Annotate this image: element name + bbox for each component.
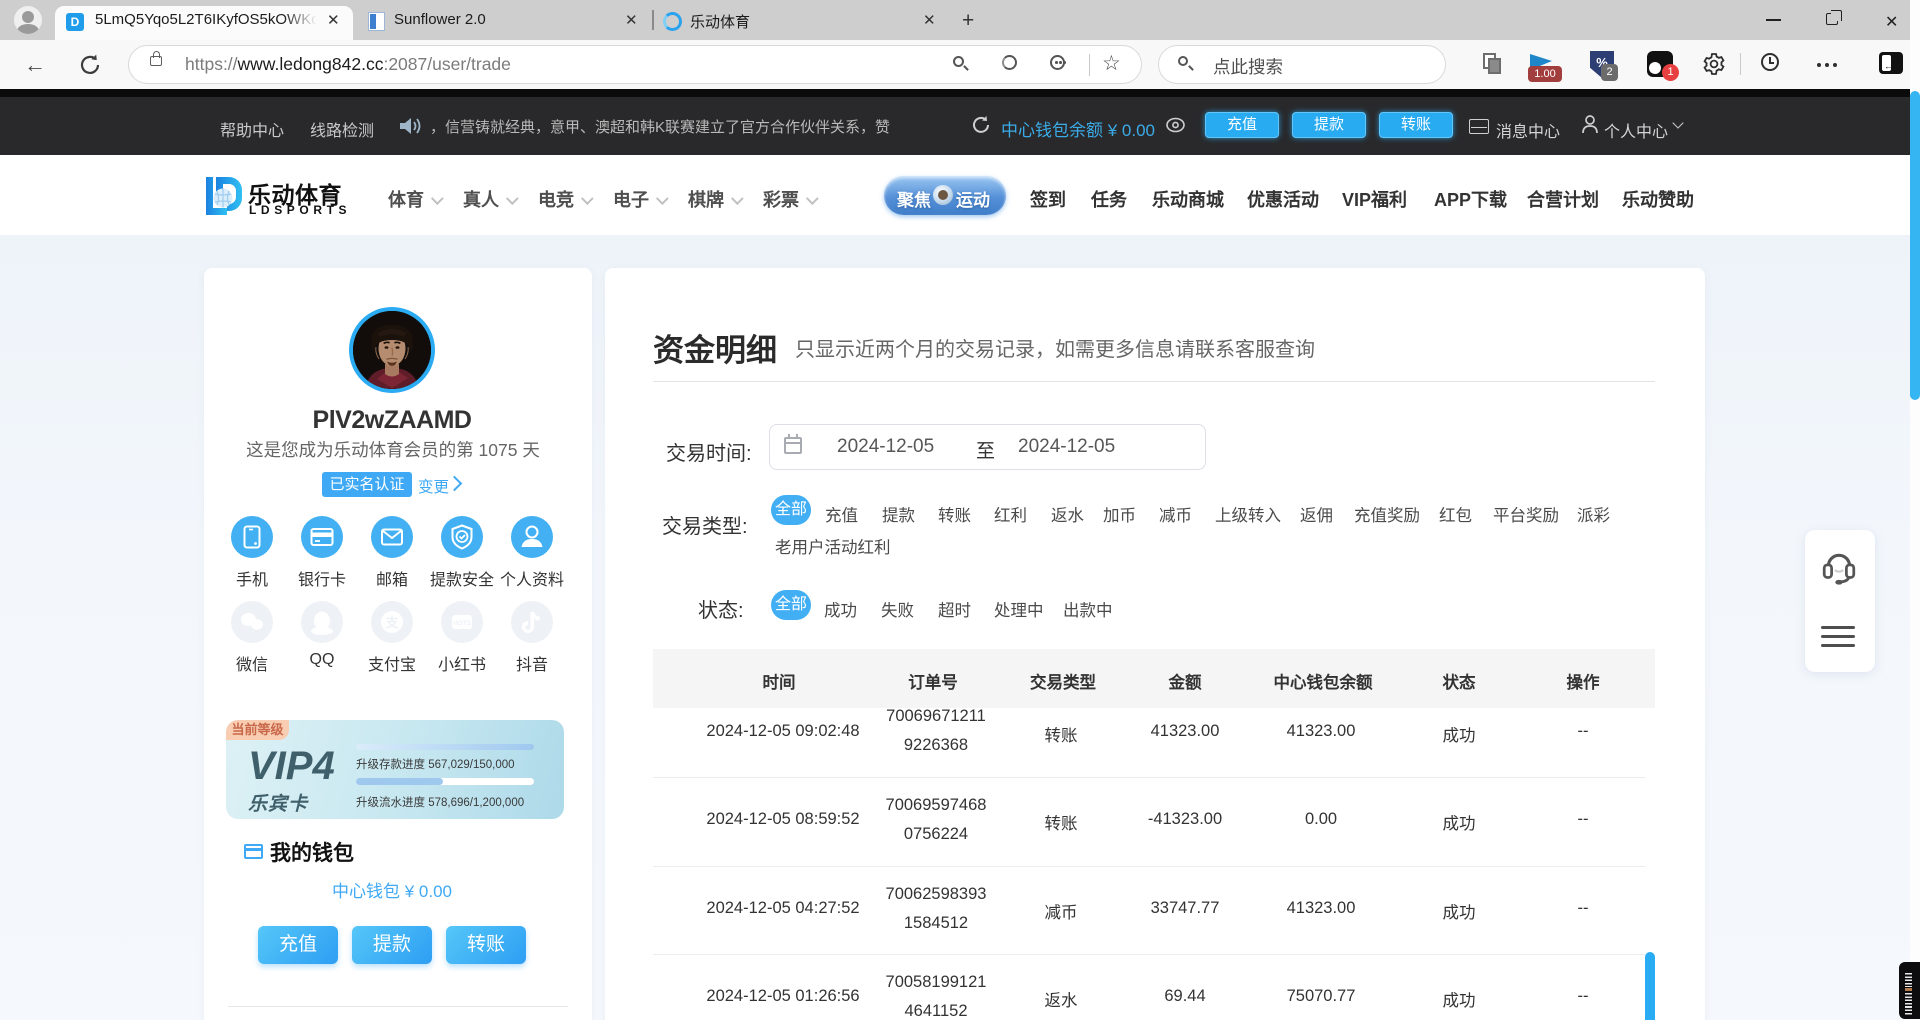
svg-text:支: 支 <box>384 615 399 630</box>
svg-text:HOTS: HOTS <box>453 620 472 627</box>
